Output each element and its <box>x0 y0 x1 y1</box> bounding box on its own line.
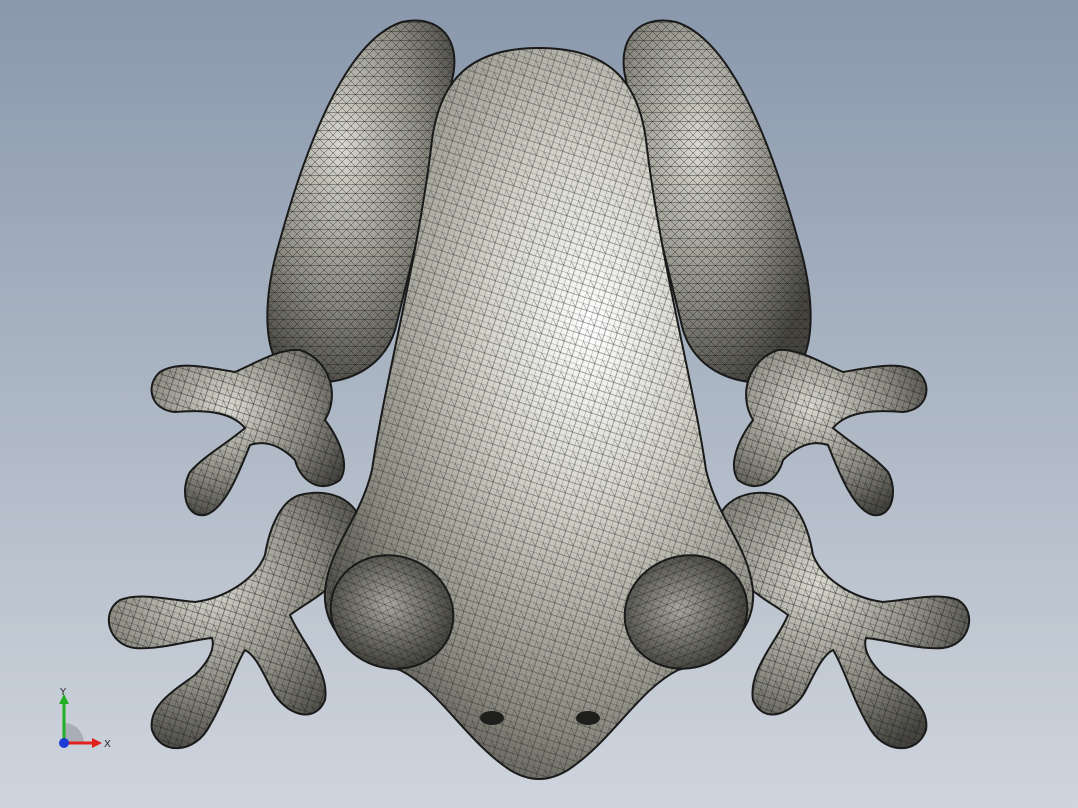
triad-y-label: Y <box>59 687 67 698</box>
left-front-foot <box>107 491 363 750</box>
right-back-foot <box>733 348 928 517</box>
left-nostril <box>480 711 504 725</box>
graphics-viewport[interactable]: Y X <box>0 0 1078 808</box>
coordinate-triad[interactable]: Y X <box>50 686 120 750</box>
triad-z-axis-dot <box>59 738 69 748</box>
frog-mesh-model[interactable] <box>0 0 1078 808</box>
triad-x-label: X <box>104 739 111 750</box>
triad-x-arrow-icon <box>92 738 102 748</box>
left-back-foot <box>150 348 345 517</box>
right-front-foot <box>715 491 971 750</box>
right-nostril <box>576 711 600 725</box>
